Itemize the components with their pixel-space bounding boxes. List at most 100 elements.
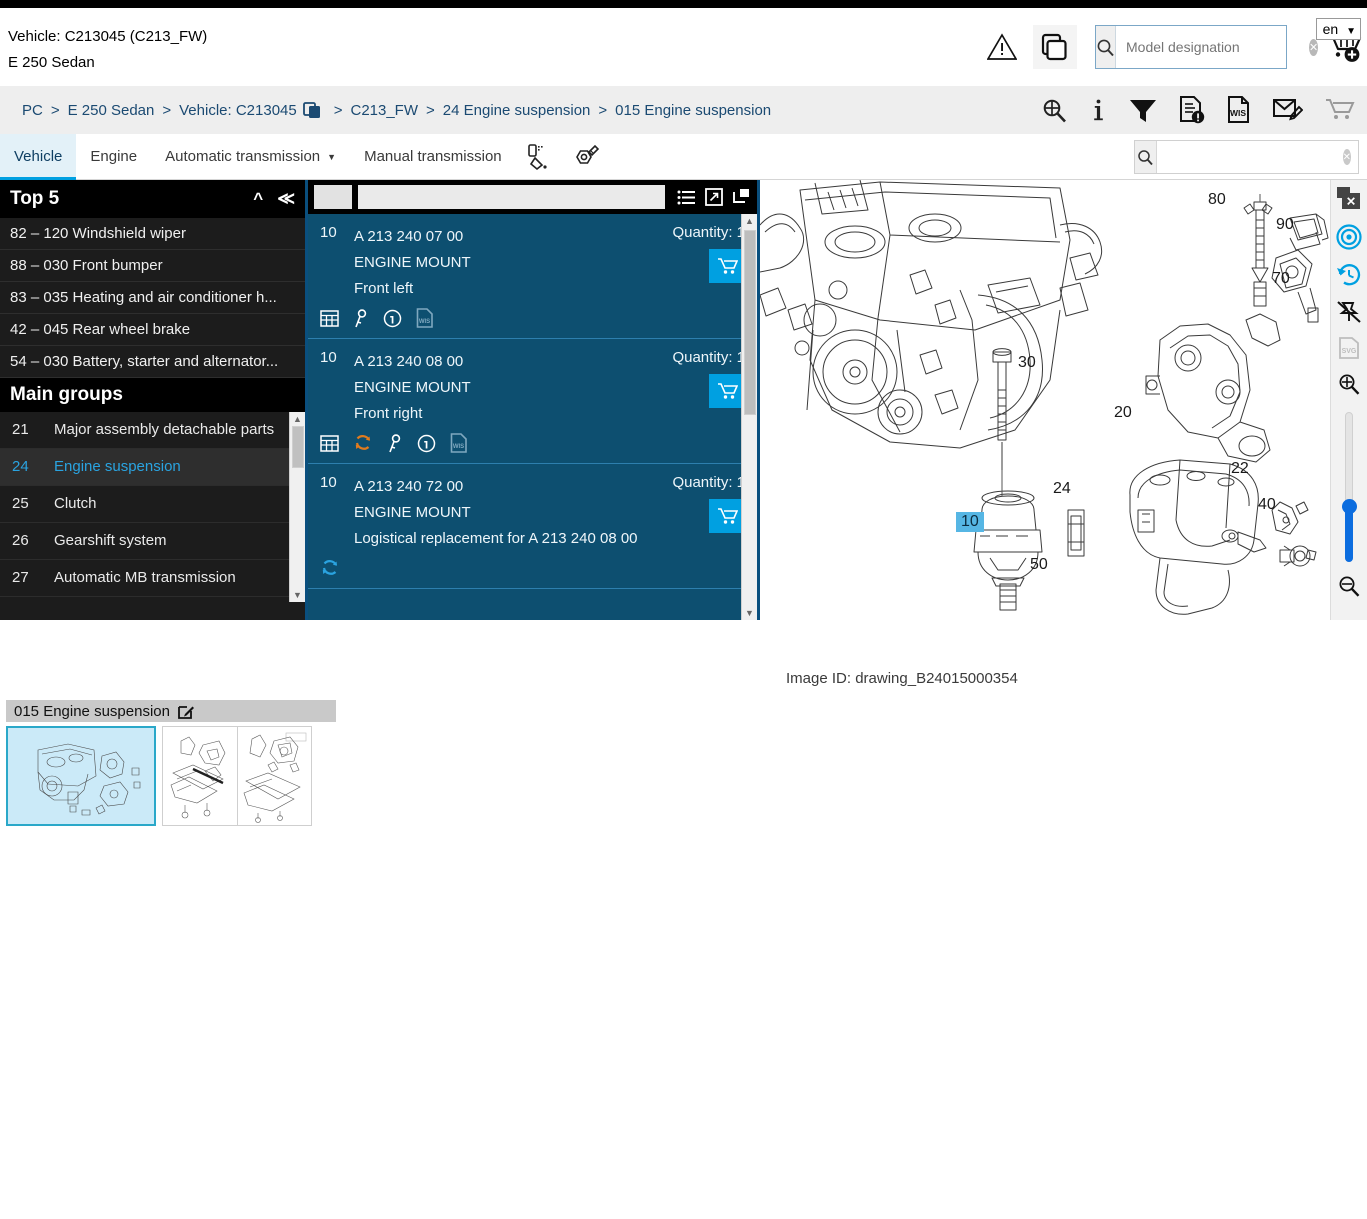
tab-manual-transmission[interactable]: Manual transmission: [350, 134, 516, 179]
wis-document-icon[interactable]: WIS: [450, 433, 468, 453]
breadcrumb-item-model[interactable]: E 250 Sedan: [68, 102, 155, 119]
info-icon[interactable]: [1090, 97, 1107, 124]
top5-item-0[interactable]: 82 – 120 Windshield wiper: [0, 218, 305, 250]
mail-edit-icon[interactable]: [1273, 97, 1303, 123]
callout-80[interactable]: 80: [1208, 191, 1226, 209]
warning-triangle-icon[interactable]: [979, 33, 1025, 61]
callout-22[interactable]: 22: [1231, 460, 1249, 478]
fastener-bolt-icon[interactable]: [562, 134, 610, 179]
thumbnail-item-0[interactable]: [6, 726, 156, 826]
wis-document-icon[interactable]: WIS: [416, 308, 434, 328]
unpin-icon[interactable]: [1336, 300, 1362, 324]
callout-50[interactable]: 50: [1030, 556, 1048, 574]
part-position: 10: [320, 349, 337, 366]
add-to-cart-icon[interactable]: [709, 374, 745, 408]
cart-icon[interactable]: [1325, 97, 1357, 123]
filter-icon[interactable]: [1129, 97, 1157, 124]
sidebar-item-25[interactable]: 25 Clutch: [0, 486, 305, 523]
callout-24[interactable]: 24: [1053, 480, 1071, 498]
scrollbar-thumb[interactable]: [292, 426, 304, 468]
window-titlebar: [0, 0, 1367, 8]
scroll-down-arrow-icon[interactable]: ▼: [742, 608, 757, 618]
parts-search-box[interactable]: ✕: [1134, 140, 1359, 174]
callout-40[interactable]: 40: [1258, 496, 1276, 514]
list-view-icon[interactable]: [677, 188, 696, 206]
zoom-slider[interactable]: [1341, 412, 1357, 562]
breadcrumb-item-subgroup[interactable]: 015 Engine suspension: [615, 102, 771, 119]
callout-90[interactable]: 90: [1276, 216, 1294, 234]
breadcrumb-item-pc[interactable]: PC: [22, 102, 43, 119]
top5-item-4[interactable]: 54 – 030 Battery, starter and alternator…: [0, 346, 305, 378]
chevron-up-icon[interactable]: ^: [253, 189, 263, 209]
technical-drawing[interactable]: 80 90 70 30 20 24 22 40 10 50: [760, 180, 1330, 620]
undo-history-icon[interactable]: [1336, 262, 1362, 288]
callout-20[interactable]: 20: [1114, 404, 1132, 422]
parts-filter-prefix[interactable]: [314, 185, 352, 209]
copy-documents-icon[interactable]: [1033, 25, 1077, 69]
duplicate-window-icon[interactable]: [732, 188, 751, 206]
replacement-arrows-icon[interactable]: [353, 433, 373, 453]
double-chevron-left-icon[interactable]: ≪: [277, 189, 295, 209]
zoom-in-icon[interactable]: [1337, 372, 1361, 396]
thumbnail-item-1[interactable]: [162, 726, 237, 826]
add-to-cart-icon[interactable]: [709, 499, 745, 533]
zoom-out-icon[interactable]: [1337, 574, 1361, 598]
tab-engine[interactable]: Engine: [76, 134, 151, 179]
zoom-in-icon[interactable]: [1041, 97, 1068, 124]
language-selector[interactable]: en ▼: [1315, 18, 1361, 40]
add-to-cart-icon[interactable]: [709, 249, 745, 283]
scrollbar-thumb[interactable]: [744, 230, 756, 415]
info-circle-icon[interactable]: [417, 434, 436, 453]
tab-vehicle[interactable]: Vehicle: [0, 134, 77, 180]
scroll-up-arrow-icon[interactable]: ▲: [293, 412, 302, 426]
breadcrumb-item-chassis[interactable]: C213_FW: [350, 102, 418, 119]
target-focus-icon[interactable]: [1336, 224, 1362, 250]
callout-70[interactable]: 70: [1272, 270, 1290, 288]
table-grid-icon[interactable]: [320, 434, 339, 453]
sidebar-scrollbar[interactable]: ▲ ▼: [289, 412, 305, 602]
breadcrumb-item-group[interactable]: 24 Engine suspension: [443, 102, 591, 119]
part-row[interactable]: 10 A 213 240 08 00 ENGINE MOUNT Front ri…: [308, 339, 757, 464]
copy-icon[interactable]: [302, 101, 322, 120]
part-row[interactable]: 10 A 213 240 72 00 ENGINE MOUNT Logistic…: [308, 464, 757, 589]
top5-item-2[interactable]: 83 – 035 Heating and air conditioner h..…: [0, 282, 305, 314]
sidebar-item-21[interactable]: 21 Major assembly detachable parts: [0, 412, 305, 449]
zoom-slider-handle[interactable]: [1342, 499, 1357, 514]
top5-item-3[interactable]: 42 – 045 Rear wheel brake: [0, 314, 305, 346]
breadcrumb: PC > E 250 Sedan > Vehicle: C213045 > C2…: [0, 86, 1367, 134]
parts-list-scrollbar[interactable]: ▲ ▼: [741, 214, 757, 620]
table-grid-icon[interactable]: [320, 309, 339, 328]
callout-10-selected[interactable]: 10: [956, 512, 984, 532]
key-icon[interactable]: [353, 308, 369, 328]
breadcrumb-item-vehicle[interactable]: Vehicle: C213045: [179, 102, 297, 119]
tab-automatic-transmission[interactable]: Automatic transmission ▼: [151, 134, 350, 179]
clear-x-icon[interactable]: ✕: [1342, 149, 1351, 165]
clear-x-icon[interactable]: ✕: [1309, 38, 1319, 56]
model-designation-search[interactable]: ✕: [1095, 25, 1319, 69]
part-position: 10: [320, 224, 337, 241]
document-alert-icon[interactable]: [1179, 96, 1205, 124]
info-circle-icon[interactable]: [383, 309, 402, 328]
fluid-paint-icon[interactable]: [516, 134, 562, 179]
edit-pencil-icon[interactable]: [178, 703, 195, 720]
model-search-input[interactable]: [1116, 26, 1309, 68]
part-row[interactable]: 10 A 213 240 07 00 ENGINE MOUNT Front le…: [308, 214, 757, 339]
sidebar-item-24[interactable]: 24 Engine suspension: [0, 449, 305, 486]
thumbnail-item-2[interactable]: [237, 726, 312, 826]
key-icon[interactable]: [387, 433, 403, 453]
replacement-arrows-icon[interactable]: [320, 558, 340, 578]
close-window-icon[interactable]: ✕: [1336, 186, 1362, 212]
part-action-icons: WIS: [320, 308, 745, 328]
search-icon[interactable]: [1135, 141, 1157, 173]
scroll-up-arrow-icon[interactable]: ▲: [742, 216, 757, 226]
expand-fullscreen-icon[interactable]: [705, 188, 723, 206]
scroll-down-arrow-icon[interactable]: ▼: [293, 588, 302, 602]
callout-30[interactable]: 30: [1018, 354, 1036, 372]
top5-item-1[interactable]: 88 – 030 Front bumper: [0, 250, 305, 282]
wis-document-icon[interactable]: WIS: [1227, 96, 1251, 124]
search-icon[interactable]: [1096, 26, 1116, 68]
sidebar-item-27[interactable]: 27 Automatic MB transmission: [0, 560, 305, 597]
sidebar-item-26[interactable]: 26 Gearshift system: [0, 523, 305, 560]
parts-filter-input[interactable]: [358, 185, 665, 209]
parts-search-input[interactable]: [1156, 141, 1343, 173]
